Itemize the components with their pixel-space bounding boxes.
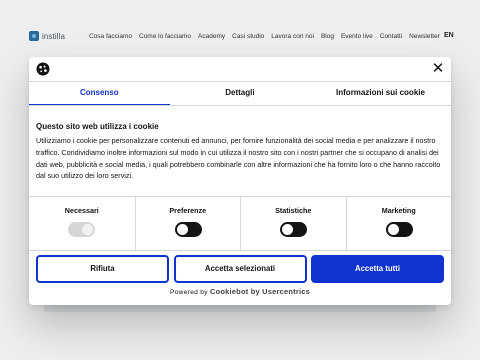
category-necessari: Necessari (29, 197, 135, 250)
consent-buttons: Rifiuta Accetta selezionati Accetta tutt… (36, 255, 444, 283)
toggle-necessari (68, 222, 95, 237)
powered-by-prefix: Powered by (170, 289, 208, 296)
dialog-tabs: Consenso Dettagli Informazioni sui cooki… (29, 81, 451, 106)
category-statistiche: Statistiche (240, 197, 346, 250)
toggle-statistiche[interactable] (280, 222, 307, 237)
category-label: Statistiche (275, 206, 312, 215)
cookiebot-logo-icon (36, 62, 50, 76)
close-icon[interactable]: ✕ (431, 60, 445, 78)
tab-informazioni-sui-cookie[interactable]: Informazioni sui cookie (310, 81, 451, 105)
reject-button[interactable]: Rifiuta (36, 255, 169, 283)
category-label: Marketing (381, 206, 416, 215)
category-preferenze: Preferenze (134, 197, 241, 250)
accept-selected-button[interactable]: Accetta selezionati (173, 255, 307, 283)
toggle-preferenze[interactable] (174, 222, 202, 237)
category-label: Necessari (64, 206, 99, 215)
divider (29, 105, 451, 106)
dialog-description: Utilizziamo i cookie per personalizzare … (36, 136, 441, 181)
cookiebot-brand-link[interactable]: Cookiebot by Usercentrics (210, 287, 310, 296)
divider (29, 250, 451, 251)
powered-by: Powered by Cookiebot by Usercentrics (29, 287, 451, 296)
tab-dettagli[interactable]: Dettagli (170, 81, 311, 105)
dialog-title: Questo sito web utilizza i cookie (36, 122, 159, 131)
cookie-consent-dialog: ✕ Consenso Dettagli Informazioni sui coo… (29, 57, 451, 305)
toggle-marketing[interactable] (385, 222, 413, 237)
tab-consenso[interactable]: Consenso (29, 81, 170, 106)
consent-categories: Necessari Preferenze Statistiche Marketi… (29, 197, 451, 250)
dialog-header: ✕ (29, 57, 451, 81)
accept-all-button[interactable]: Accetta tutti (311, 255, 444, 283)
category-label: Preferenze (169, 206, 207, 215)
category-marketing: Marketing (345, 197, 452, 250)
